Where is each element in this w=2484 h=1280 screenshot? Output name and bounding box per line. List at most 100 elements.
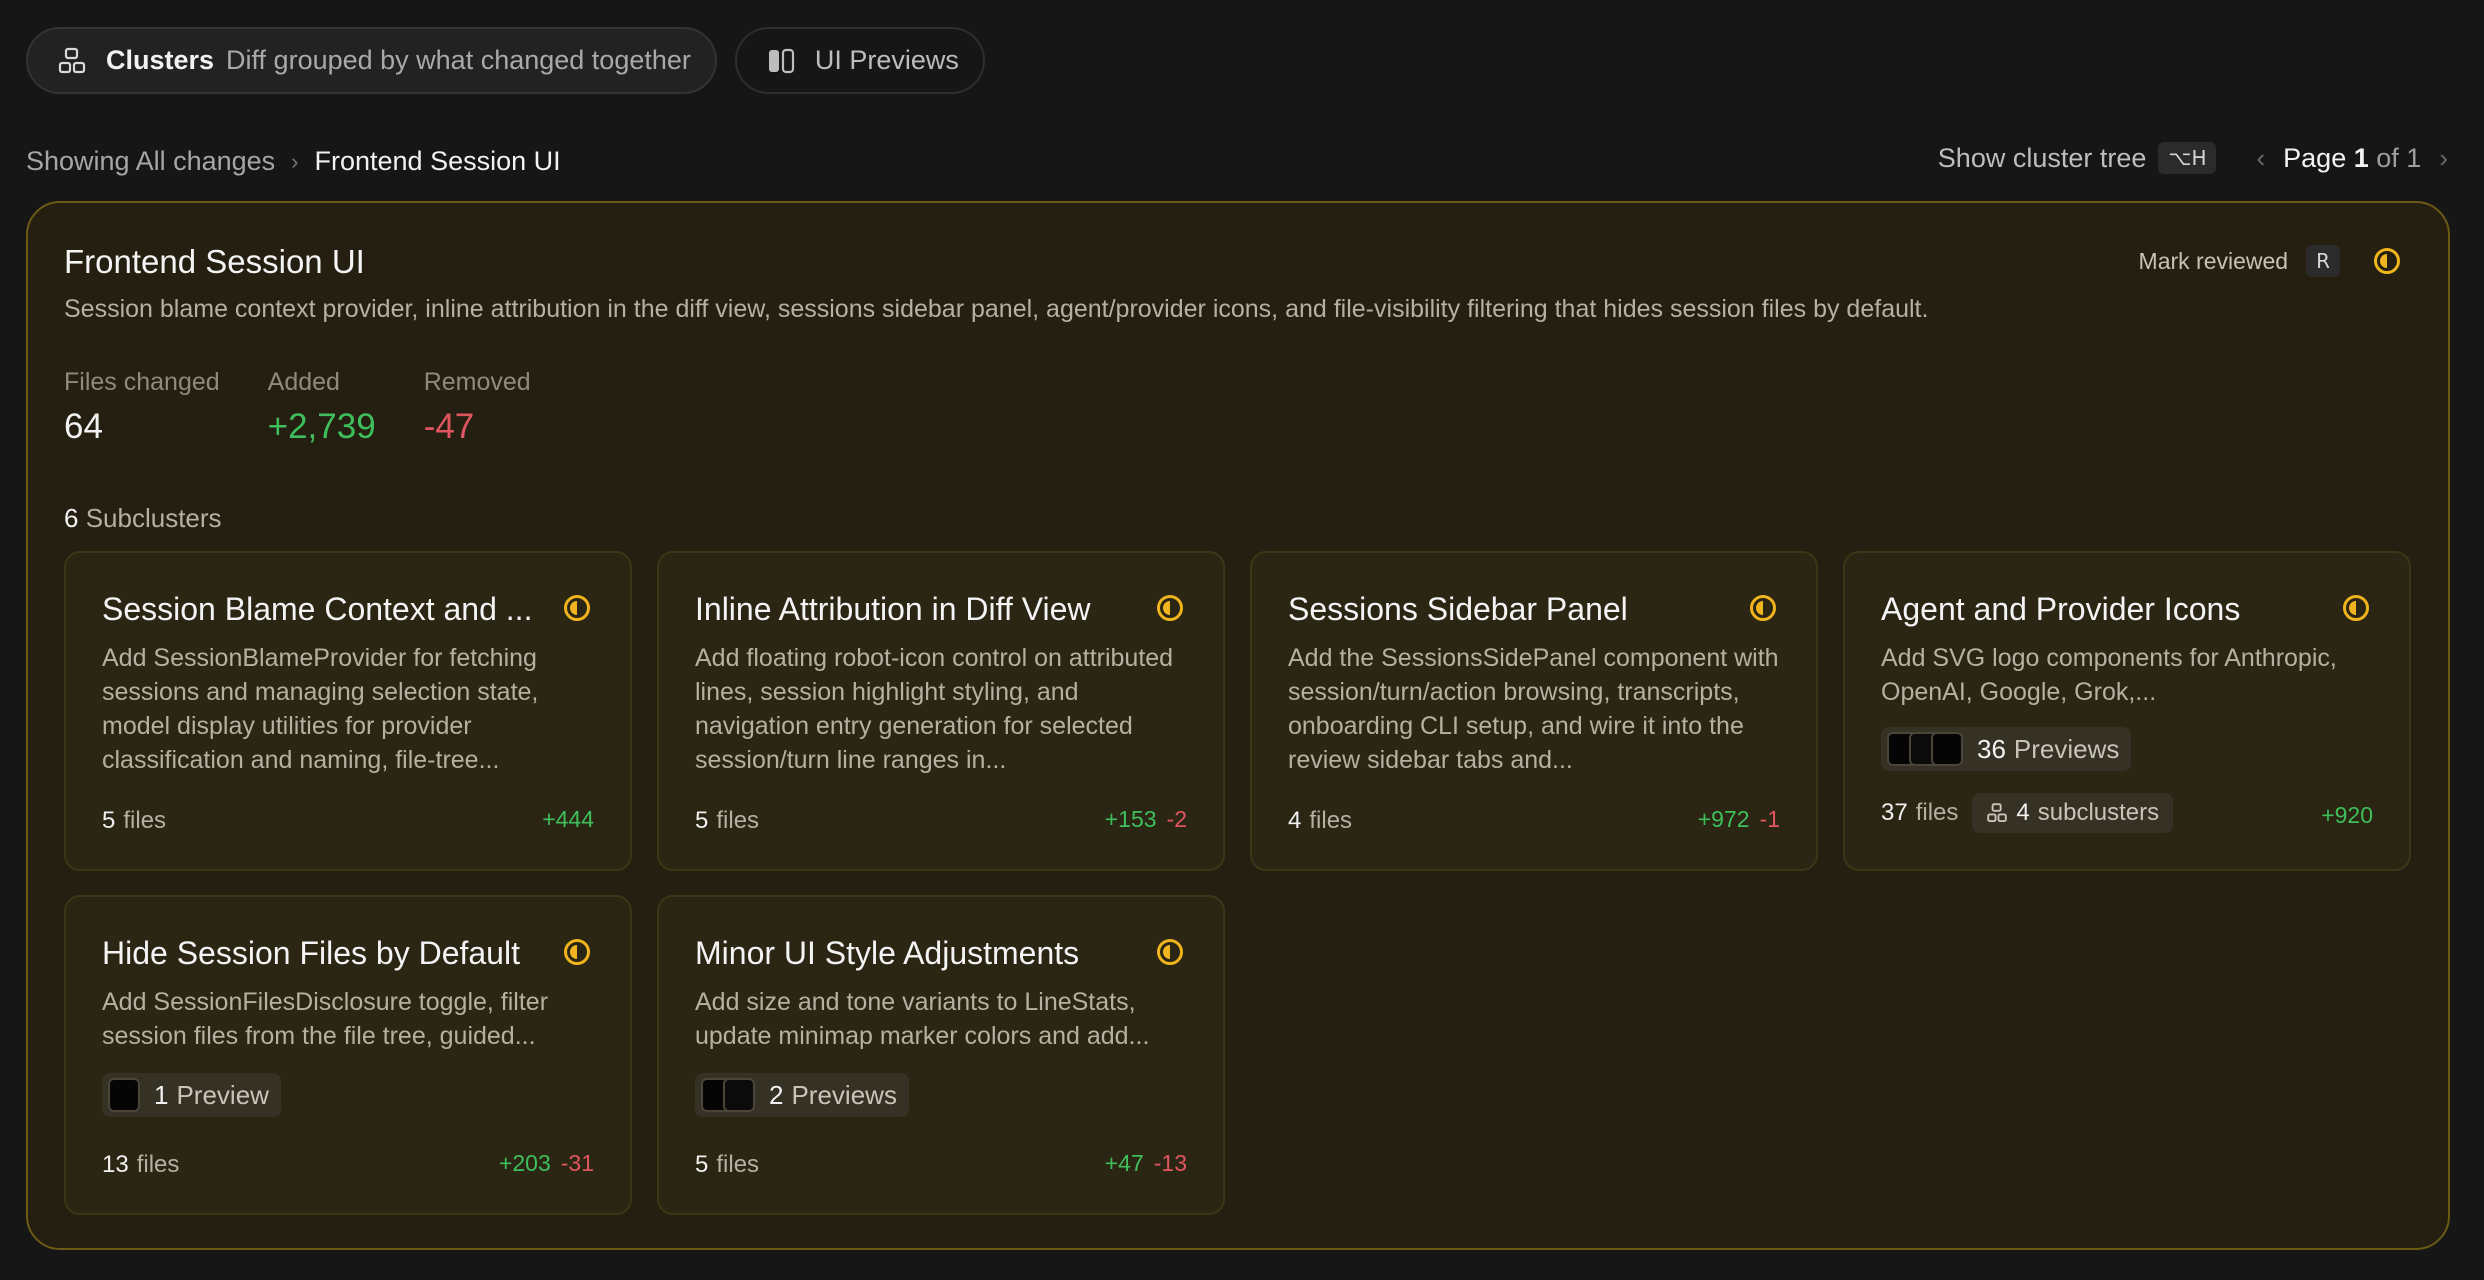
file-count-number: 13: [102, 1151, 129, 1178]
stat-label: Files changed: [64, 368, 220, 396]
previews-chip[interactable]: 1 Preview: [102, 1073, 281, 1117]
subclusters-word: subclusters: [2037, 799, 2160, 826]
subcluster-title: Minor UI Style Adjustments: [695, 935, 1080, 971]
review-status-icon[interactable]: [1155, 937, 1185, 967]
subcluster-card[interactable]: Hide Session Files by Default Add Sessio…: [64, 895, 632, 1215]
breadcrumb-all-changes[interactable]: Showing All changes: [26, 146, 275, 177]
subcluster-card[interactable]: Session Blame Context and ... Add Sessio…: [64, 551, 632, 871]
breadcrumb-current: Frontend Session UI: [314, 146, 561, 176]
lines-removed: -31: [560, 1150, 594, 1176]
line-stats: +203 -31: [499, 1150, 594, 1177]
page-total: of 1: [2376, 142, 2422, 173]
preview-count: 1: [154, 1079, 169, 1110]
review-status-icon[interactable]: [562, 937, 592, 967]
preview-thumbnails: [1887, 732, 1963, 766]
lines-added: +972: [1697, 806, 1750, 832]
preview-thumbnails: [108, 1078, 140, 1112]
review-status-icon[interactable]: [1748, 593, 1778, 623]
show-cluster-tree-button[interactable]: Show cluster tree: [1938, 143, 2147, 174]
lines-added: +444: [542, 806, 594, 832]
review-status-icon: [2374, 248, 2400, 274]
tab-clusters-label: Clusters: [106, 45, 215, 75]
previews-chip[interactable]: 2 Previews: [695, 1073, 909, 1117]
preview-word: Previews: [2013, 733, 2120, 764]
lines-removed: -1: [1759, 806, 1780, 832]
file-count-word: files: [123, 807, 167, 834]
line-stats: +444: [542, 806, 594, 833]
subclusters-chip[interactable]: 4 subclusters: [1972, 793, 2174, 833]
tab-ui-previews[interactable]: UI Previews: [734, 27, 985, 94]
file-count-number: 4: [1288, 807, 1302, 834]
subclusters-word: Subclusters: [85, 503, 222, 533]
subcluster-description: Add the SessionsSidePanel component with…: [1288, 644, 1779, 774]
clusters-icon: [56, 45, 88, 77]
file-count-word: files: [716, 1151, 760, 1178]
file-count-word: files: [716, 807, 760, 834]
cluster-description: Session blame context provider, inline a…: [64, 295, 1929, 323]
subcluster-card[interactable]: Sessions Sidebar Panel Add the SessionsS…: [1250, 551, 1818, 871]
stat-files-changed: Files changed 64: [64, 368, 220, 447]
file-count-number: 5: [695, 807, 709, 834]
next-page-icon[interactable]: ›: [2439, 143, 2448, 174]
prev-page-icon[interactable]: ‹: [2256, 143, 2265, 174]
chevron-right-icon: ›: [291, 148, 299, 174]
stat-value: +2,739: [267, 407, 376, 446]
clusters-icon: [1987, 803, 2008, 823]
file-count: 4 files: [1288, 807, 1352, 835]
lines-added: +920: [2321, 802, 2373, 828]
preview-word: Previews: [791, 1079, 897, 1110]
subclusters-count: 4: [2016, 799, 2030, 826]
subcluster-card[interactable]: Minor UI Style Adjustments Add size and …: [657, 895, 1225, 1215]
file-count: 5 files: [695, 1151, 759, 1179]
lines-added: +203: [498, 1150, 551, 1176]
lines-added: +47: [1104, 1150, 1144, 1176]
subclusters-heading: 6 Subclusters: [64, 503, 222, 534]
subcluster-title: Inline Attribution in Diff View: [695, 591, 1091, 627]
line-stats: +920: [2321, 802, 2373, 829]
file-count-word: files: [1309, 807, 1353, 834]
subcluster-title: Hide Session Files by Default: [102, 935, 520, 971]
preview-thumbnails: [701, 1078, 755, 1112]
file-count: 5 files: [102, 807, 166, 835]
tab-clusters-subtitle: Diff grouped by what changed together: [226, 45, 691, 75]
subcluster-title: Sessions Sidebar Panel: [1288, 591, 1628, 627]
subcluster-card[interactable]: Agent and Provider Icons Add SVG logo co…: [1843, 551, 2411, 871]
cluster-stats: Files changed 64 Added +2,739 Removed -4…: [64, 368, 531, 447]
page-indicator: Page 1 of 1: [2283, 143, 2421, 174]
mark-reviewed-shortcut: R: [2306, 245, 2340, 277]
view-tabs: Clusters Diff grouped by what changed to…: [26, 27, 985, 94]
tab-clusters[interactable]: Clusters Diff grouped by what changed to…: [26, 27, 717, 94]
file-count-number: 5: [102, 807, 116, 834]
subcluster-card[interactable]: Inline Attribution in Diff View Add floa…: [657, 551, 1225, 871]
line-stats: +47 -13: [1105, 1150, 1187, 1177]
mark-reviewed-label: Mark reviewed: [2138, 247, 2289, 274]
toolbar: Show cluster tree ⌥H ‹ Page 1 of 1 ›: [1938, 142, 2448, 174]
preview-thumbnail: [108, 1078, 140, 1112]
file-count-word: files: [136, 1151, 180, 1178]
lines-removed: -2: [1166, 806, 1187, 832]
file-count-number: 37: [1881, 799, 1908, 826]
preview-thumbnail: [1931, 732, 1963, 766]
file-count: 37 files 4 subclusters: [1881, 793, 2174, 833]
stat-label: Removed: [423, 368, 531, 396]
subcluster-title: Agent and Provider Icons: [1881, 591, 2241, 627]
review-status-icon[interactable]: [1155, 593, 1185, 623]
previews-chip[interactable]: 36 Previews: [1881, 727, 2132, 771]
line-stats: +972 -1: [1698, 806, 1780, 833]
stat-removed: Removed -47: [424, 368, 531, 447]
lines-added: +153: [1104, 806, 1157, 832]
file-count: 5 files: [695, 807, 759, 835]
subcluster-description: Add SessionFilesDisclosure toggle, filte…: [102, 988, 549, 1050]
stat-value: 64: [64, 407, 103, 446]
review-status-icon[interactable]: [2341, 593, 2371, 623]
cluster-panel: Frontend Session UI Session blame contex…: [26, 201, 2450, 1250]
file-count-number: 5: [695, 1151, 709, 1178]
line-stats: +153 -2: [1105, 806, 1187, 833]
subcluster-title: Session Blame Context and ...: [102, 591, 533, 627]
lines-removed: -13: [1153, 1150, 1187, 1176]
review-status-icon[interactable]: [562, 593, 592, 623]
stat-label: Added: [267, 368, 340, 396]
tab-ui-previews-label: UI Previews: [814, 45, 959, 75]
previews-icon: [765, 45, 797, 77]
mark-reviewed-button[interactable]: Mark reviewed R: [2139, 245, 2402, 277]
